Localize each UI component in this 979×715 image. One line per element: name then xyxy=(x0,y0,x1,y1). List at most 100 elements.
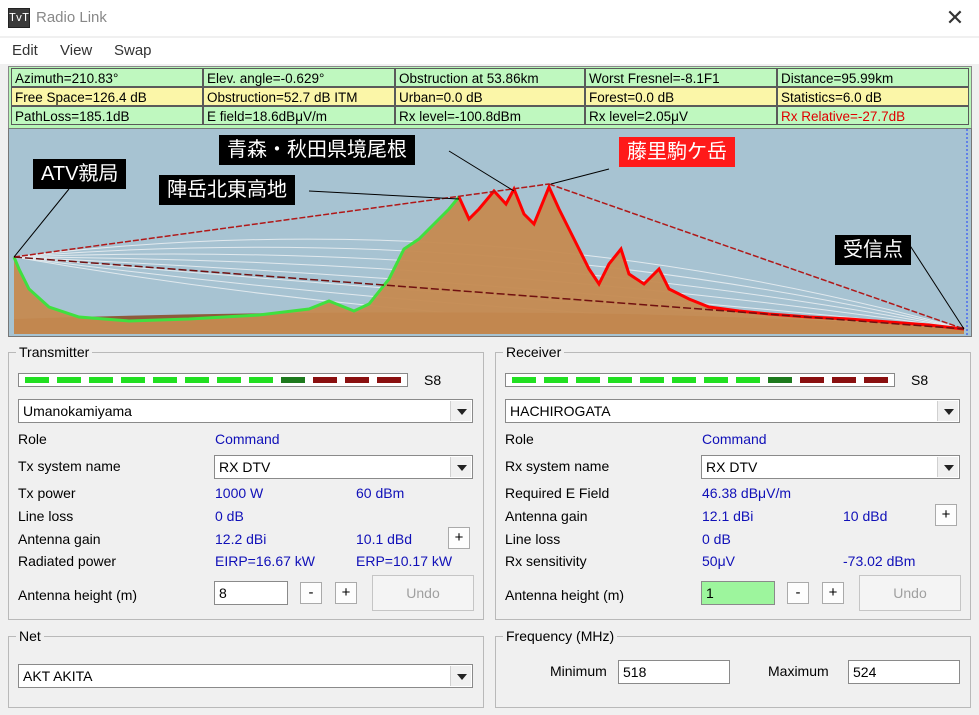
tx-undo-button[interactable]: Undo xyxy=(372,575,474,611)
rx-relative-cell: Rx Relative=-27.7dB xyxy=(777,106,969,125)
tx-meter-label: S8 xyxy=(424,372,442,388)
free-space-cell: Free Space=126.4 dB xyxy=(11,87,203,106)
rx-height-input[interactable]: 1 xyxy=(701,581,775,605)
tx-meter-segment xyxy=(185,377,209,383)
app-icon: TvT xyxy=(8,8,30,28)
tx-lineloss-value: 0 dB xyxy=(215,508,244,524)
rx-meter-segment xyxy=(800,377,824,383)
tx-meter-segment xyxy=(217,377,241,383)
tx-eirp: EIRP=16.67 kW xyxy=(215,553,315,569)
rx-meter-segment xyxy=(512,377,536,383)
tx-gain-dbd: 10.1 dBd xyxy=(356,531,413,547)
tx-gain-plus-button[interactable]: + xyxy=(448,527,470,549)
rx-height-minus-button[interactable]: - xyxy=(787,582,809,604)
rx-level-dbm-cell: Rx level=-100.8dBm xyxy=(395,106,585,125)
rx-role-value: Command xyxy=(702,431,767,447)
tx-erp: ERP=10.17 kW xyxy=(356,553,453,569)
tx-role-value: Command xyxy=(215,431,280,447)
terrain-fill xyxy=(14,187,964,334)
forest-cell: Forest=0.0 dB xyxy=(585,87,777,106)
title-bar xyxy=(0,0,979,36)
elevation-cell: Elev. angle=-0.629° xyxy=(203,68,395,87)
tx-station-value: Umanokamiyama xyxy=(23,403,132,419)
rx-meter-segment xyxy=(832,377,856,383)
obstruction-at-cell: Obstruction at 53.86km xyxy=(395,68,585,87)
terrain-profile: ATV親局 青森・秋田県境尾根 陣岳北東高地 藤里駒ケ岳 受信点 xyxy=(8,128,972,337)
tx-system-label: Tx system name xyxy=(18,458,121,474)
menu-swap[interactable]: Swap xyxy=(114,42,152,59)
tx-height-minus-button[interactable]: - xyxy=(300,582,322,604)
path-loss-cell: PathLoss=185.1dB xyxy=(11,106,203,125)
rx-meter-segment xyxy=(704,377,728,383)
rx-role-label: Role xyxy=(505,431,534,447)
terrain-profile-graphic xyxy=(12,129,968,336)
chevron-down-icon[interactable] xyxy=(450,401,471,421)
callout-tx: ATV親局 xyxy=(33,159,127,189)
chevron-down-icon[interactable] xyxy=(450,666,471,686)
leader-aomori xyxy=(448,150,515,192)
link-info-panel: Azimuth=210.83° Elev. angle=-0.629° Obst… xyxy=(8,66,972,129)
callout-aomori-ridge: 青森・秋田県境尾根 xyxy=(219,135,415,165)
tx-radiated-label: Radiated power xyxy=(18,553,117,569)
rx-lineloss-value: 0 dB xyxy=(702,531,731,547)
rx-meter-label: S8 xyxy=(911,372,929,388)
rx-height-label: Antenna height (m) xyxy=(505,587,625,603)
rx-sens-uv: 50μV xyxy=(702,553,735,569)
azimuth-cell: Azimuth=210.83° xyxy=(11,68,203,87)
tx-height-label: Antenna height (m) xyxy=(18,587,138,603)
rx-signal-meter xyxy=(505,373,895,387)
rx-station-select[interactable]: HACHIROGATA xyxy=(505,399,960,423)
rx-efield-value: 46.38 dBμV/m xyxy=(702,485,792,501)
tx-power-dbm: 60 dBm xyxy=(356,485,405,501)
tx-height-plus-button[interactable]: + xyxy=(335,582,357,604)
rx-meter-segment xyxy=(544,377,568,383)
net-select[interactable]: AKT AKITA xyxy=(18,664,473,688)
leader-fujisato xyxy=(550,168,610,185)
rx-meter-segment xyxy=(864,377,888,383)
menu-view[interactable]: View xyxy=(60,42,92,59)
tx-meter-segment xyxy=(249,377,273,383)
urban-cell: Urban=0.0 dB xyxy=(395,87,585,106)
tx-meter-segment xyxy=(377,377,401,383)
rx-sens-dbm: -73.02 dBm xyxy=(843,553,916,569)
rx-efield-label: Required E Field xyxy=(505,485,610,501)
tx-height-input[interactable]: 8 xyxy=(214,581,288,605)
rx-lineloss-label: Line loss xyxy=(505,531,561,547)
leader-tx xyxy=(13,188,70,258)
rx-system-select[interactable]: RX DTV xyxy=(701,455,960,479)
callout-jingatake: 陣岳北東高地 xyxy=(159,175,295,205)
statistics-cell: Statistics=6.0 dB xyxy=(777,87,969,106)
tx-power-label: Tx power xyxy=(18,485,76,501)
chevron-down-icon[interactable] xyxy=(937,401,958,421)
rx-meter-segment xyxy=(672,377,696,383)
worst-fresnel-cell: Worst Fresnel=-8.1F1 xyxy=(585,68,777,87)
menu-edit[interactable]: Edit xyxy=(12,42,38,59)
rx-meter-segment xyxy=(640,377,664,383)
rx-meter-segment xyxy=(768,377,792,383)
rx-height-plus-button[interactable]: + xyxy=(822,582,844,604)
net-title: Net xyxy=(16,628,44,644)
rx-gain-plus-button[interactable]: + xyxy=(935,504,957,526)
tx-system-select[interactable]: RX DTV xyxy=(214,455,473,479)
e-field-cell: E field=18.6dBμV/m xyxy=(203,106,395,125)
net-value: AKT AKITA xyxy=(23,668,93,684)
rx-level-uv-cell: Rx level=2.05μV xyxy=(585,106,777,125)
leader-jingatake xyxy=(308,190,460,200)
rx-undo-button[interactable]: Undo xyxy=(859,575,961,611)
rx-meter-segment xyxy=(576,377,600,383)
tx-station-select[interactable]: Umanokamiyama xyxy=(18,399,473,423)
tx-meter-segment xyxy=(89,377,113,383)
chevron-down-icon[interactable] xyxy=(937,457,958,477)
callout-fujisato: 藤里駒ケ岳 xyxy=(619,137,735,167)
frequency-min-input[interactable]: 518 xyxy=(618,660,730,684)
frequency-max-input[interactable]: 524 xyxy=(848,660,960,684)
rx-sens-label: Rx sensitivity xyxy=(505,553,587,569)
tx-power-w: 1000 W xyxy=(215,485,264,501)
frequency-min-label: Minimum xyxy=(550,663,607,679)
transmitter-title: Transmitter xyxy=(16,344,93,360)
rx-meter-segment xyxy=(608,377,632,383)
tx-gain-label: Antenna gain xyxy=(18,531,101,547)
rx-system-value: RX DTV xyxy=(706,459,758,475)
close-button[interactable]: ✕ xyxy=(940,4,970,32)
chevron-down-icon[interactable] xyxy=(450,457,471,477)
